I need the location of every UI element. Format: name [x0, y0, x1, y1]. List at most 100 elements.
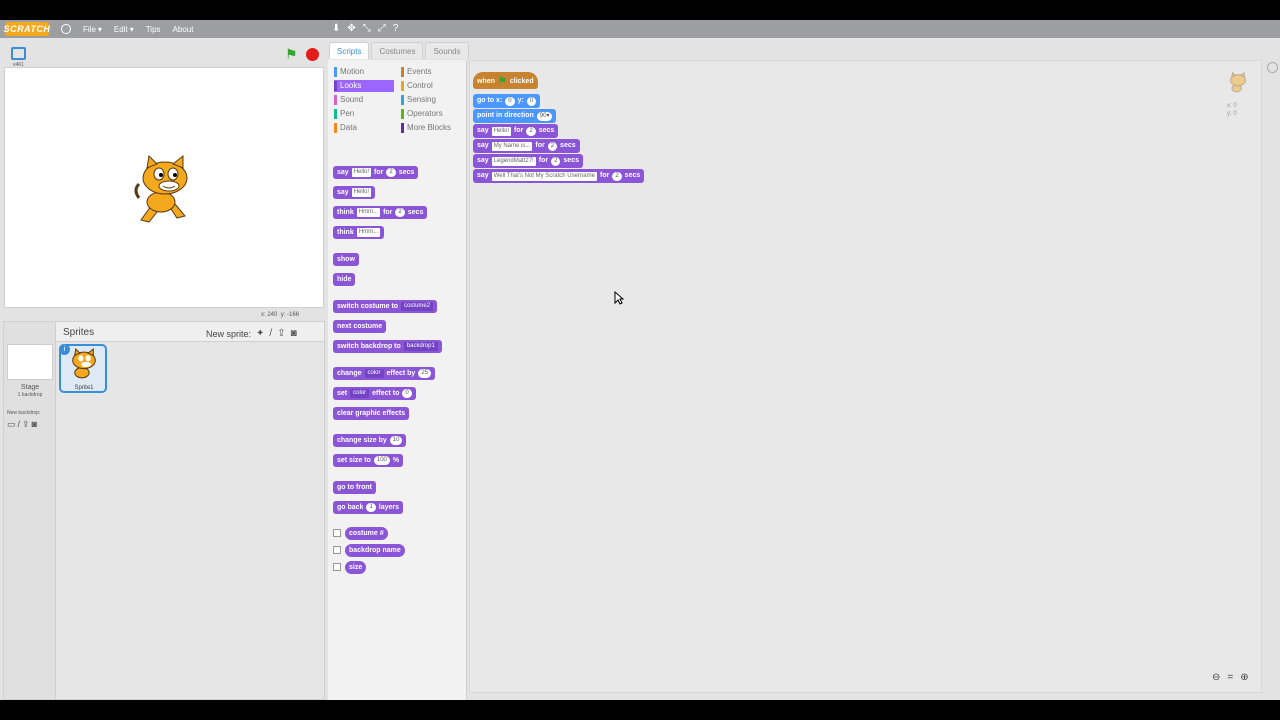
costume-dropdown[interactable]: costume2	[401, 302, 434, 311]
block-switch-costume[interactable]: switch costume to costume2	[333, 300, 438, 313]
block-go-back-layers[interactable]: go back 1 layers	[333, 501, 404, 514]
help-tool-icon[interactable]: ?	[393, 23, 399, 35]
script-when-flag-clicked[interactable]: when ⚑ clicked	[473, 72, 538, 89]
category-events[interactable]: Events	[401, 66, 461, 78]
upload-sprite-icon[interactable]: ⇪	[277, 328, 285, 339]
camera-backdrop-icon[interactable]: ◙	[32, 419, 37, 430]
menu-edit[interactable]: Edit ▾	[114, 25, 134, 34]
effect-dropdown[interactable]: color	[364, 369, 384, 378]
block-number-input[interactable]: 1	[366, 503, 376, 512]
say-input[interactable]: LegendMatt27!	[491, 156, 536, 166]
block-number-input[interactable]: 100	[373, 456, 390, 465]
block-number-input[interactable]: 0	[402, 389, 412, 398]
fullscreen-icon[interactable]	[11, 47, 26, 60]
script-say-line-1[interactable]: say Hello! for 2 secs	[473, 124, 559, 138]
menu-tips[interactable]: Tips	[146, 25, 161, 34]
block-text: secs	[398, 169, 415, 176]
menu-about[interactable]: About	[173, 25, 194, 34]
secs-input[interactable]: 2	[547, 141, 558, 151]
zoom-reset-icon[interactable]: =	[1227, 672, 1233, 683]
stage-thumbnail[interactable]	[7, 344, 53, 380]
block-clear-effects[interactable]: clear graphic effects	[333, 407, 410, 420]
block-set-effect[interactable]: set color effect to 0	[333, 387, 416, 400]
block-say[interactable]: say Hello!	[333, 186, 376, 199]
stop-icon[interactable]	[306, 48, 319, 61]
category-sound[interactable]: Sound	[334, 94, 394, 106]
block-change-size[interactable]: change size by 10	[333, 434, 407, 447]
x-input[interactable]: 0	[505, 96, 515, 106]
duplicate-tool-icon[interactable]: ⬇	[332, 23, 340, 35]
help-circle-icon[interactable]	[1267, 62, 1278, 73]
paint-backdrop-icon[interactable]: /	[18, 419, 21, 430]
block-input[interactable]: Hmm...	[356, 228, 381, 237]
backdrop-dropdown[interactable]: backdrop1	[403, 342, 438, 351]
say-input[interactable]: Hello!	[491, 126, 512, 136]
tab-scripts[interactable]: Scripts	[329, 42, 370, 59]
tab-costumes[interactable]: Costumes	[371, 42, 424, 59]
script-point-direction[interactable]: point in direction 90▾	[473, 109, 557, 123]
shrink-tool-icon[interactable]: ⤢	[378, 23, 386, 35]
block-say-for-secs[interactable]: say Hello! for 2 secs	[333, 166, 419, 179]
block-think[interactable]: think Hmm...	[333, 226, 385, 239]
y-input[interactable]: 0	[526, 96, 537, 106]
category-data[interactable]: Data	[334, 122, 394, 134]
sprite-library-icon[interactable]: ✦	[256, 328, 264, 339]
sprite-tile[interactable]: i Sprite1	[59, 344, 107, 393]
costume-number-checkbox[interactable]	[333, 529, 341, 537]
block-number-input[interactable]: 2	[395, 208, 405, 217]
category-looks[interactable]: Looks	[334, 80, 394, 92]
reporter-backdrop-name[interactable]: backdrop name	[345, 544, 405, 557]
block-number-input[interactable]: 10	[389, 436, 403, 445]
say-input[interactable]: Well That's Not My Scratch Username	[491, 171, 597, 181]
camera-sprite-icon[interactable]: ◙	[291, 328, 297, 339]
say-input[interactable]: My Name is...	[491, 141, 533, 151]
tab-sounds[interactable]: Sounds	[425, 42, 469, 59]
block-number-input[interactable]: 25	[418, 369, 432, 378]
block-next-costume[interactable]: next costume	[333, 320, 387, 333]
script-say-line-2[interactable]: say My Name is... for 2 secs	[473, 139, 580, 153]
block-show[interactable]: show	[333, 253, 359, 266]
scripts-area[interactable]: when ⚑ clicked go to x: 0 y: 0 point in …	[469, 60, 1262, 693]
stage-canvas[interactable]	[4, 67, 324, 308]
language-globe-icon[interactable]	[61, 24, 71, 34]
block-input[interactable]: Hello!	[351, 188, 372, 197]
direction-input[interactable]: 90▾	[536, 111, 553, 121]
effect-dropdown[interactable]: color	[350, 389, 370, 398]
reporter-size[interactable]: size	[345, 561, 367, 574]
category-control[interactable]: Control	[401, 80, 461, 92]
scratch-logo[interactable]: SCRATCH	[4, 22, 50, 36]
reporter-costume-number[interactable]: costume #	[345, 527, 388, 540]
paint-sprite-icon[interactable]: /	[269, 328, 272, 339]
zoom-out-icon[interactable]: ⊖	[1212, 672, 1220, 683]
backdrop-library-icon[interactable]: ▭	[7, 419, 16, 430]
secs-input[interactable]: 2	[526, 126, 536, 136]
script-say-line-3[interactable]: say LegendMatt27! for 2 secs	[473, 154, 583, 168]
block-think-for-secs[interactable]: think Hmm... for 2 secs	[333, 206, 428, 219]
green-flag-icon[interactable]: ⚑	[285, 46, 298, 63]
menu-file[interactable]: File ▾	[83, 25, 102, 34]
block-go-to-front[interactable]: go to front	[333, 481, 376, 494]
backdrop-name-checkbox[interactable]	[333, 546, 341, 554]
block-input[interactable]: Hello!	[351, 168, 372, 177]
secs-input[interactable]: 2	[612, 171, 622, 181]
category-operators[interactable]: Operators	[401, 108, 461, 120]
block-input[interactable]: Hmm...	[356, 208, 381, 217]
category-motion[interactable]: Motion	[334, 66, 394, 78]
zoom-in-icon[interactable]: ⊕	[1240, 672, 1248, 683]
upload-backdrop-icon[interactable]: ⇪	[22, 419, 30, 430]
grow-tool-icon[interactable]: ⤡	[363, 23, 371, 35]
category-sensing[interactable]: Sensing	[401, 94, 461, 106]
block-set-size[interactable]: set size to 100 %	[333, 454, 404, 467]
block-change-effect[interactable]: change color effect by 25	[333, 367, 436, 380]
delete-tool-icon[interactable]: ✥	[347, 23, 355, 35]
script-say-line-4[interactable]: say Well That's Not My Scratch Username …	[473, 169, 645, 183]
cat-sprite-icon[interactable]	[133, 154, 197, 224]
category-pen[interactable]: Pen	[334, 108, 394, 120]
script-go-to-xy[interactable]: go to x: 0 y: 0	[473, 94, 541, 108]
size-checkbox[interactable]	[333, 563, 341, 571]
block-hide[interactable]: hide	[333, 273, 356, 286]
block-switch-backdrop[interactable]: switch backdrop to backdrop1	[333, 340, 442, 353]
secs-input[interactable]: 2	[551, 156, 561, 166]
block-number-input[interactable]: 2	[386, 168, 396, 177]
category-more-blocks[interactable]: More Blocks	[401, 122, 463, 134]
